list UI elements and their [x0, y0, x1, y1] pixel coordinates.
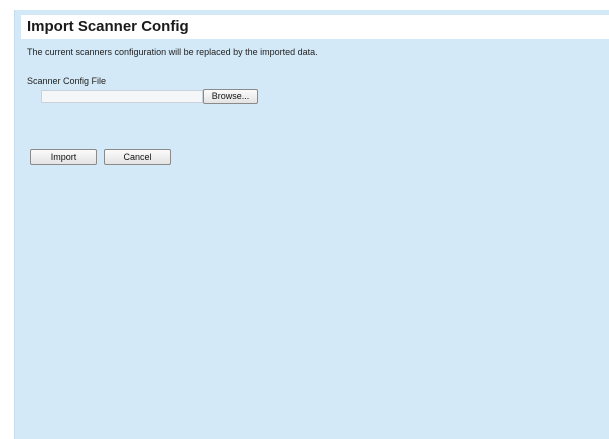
import-button[interactable]: Import [30, 149, 97, 165]
scanner-config-file-label: Scanner Config File [27, 76, 107, 86]
cancel-button[interactable]: Cancel [104, 149, 171, 165]
title-bar: Import Scanner Config [21, 15, 609, 39]
page-title: Import Scanner Config [27, 18, 189, 35]
browse-button[interactable]: Browse... [203, 89, 258, 104]
scanner-config-file-input[interactable] [41, 90, 203, 103]
content-panel: Import Scanner Config The current scanne… [14, 10, 609, 439]
page-description: The current scanners configuration will … [27, 47, 318, 57]
